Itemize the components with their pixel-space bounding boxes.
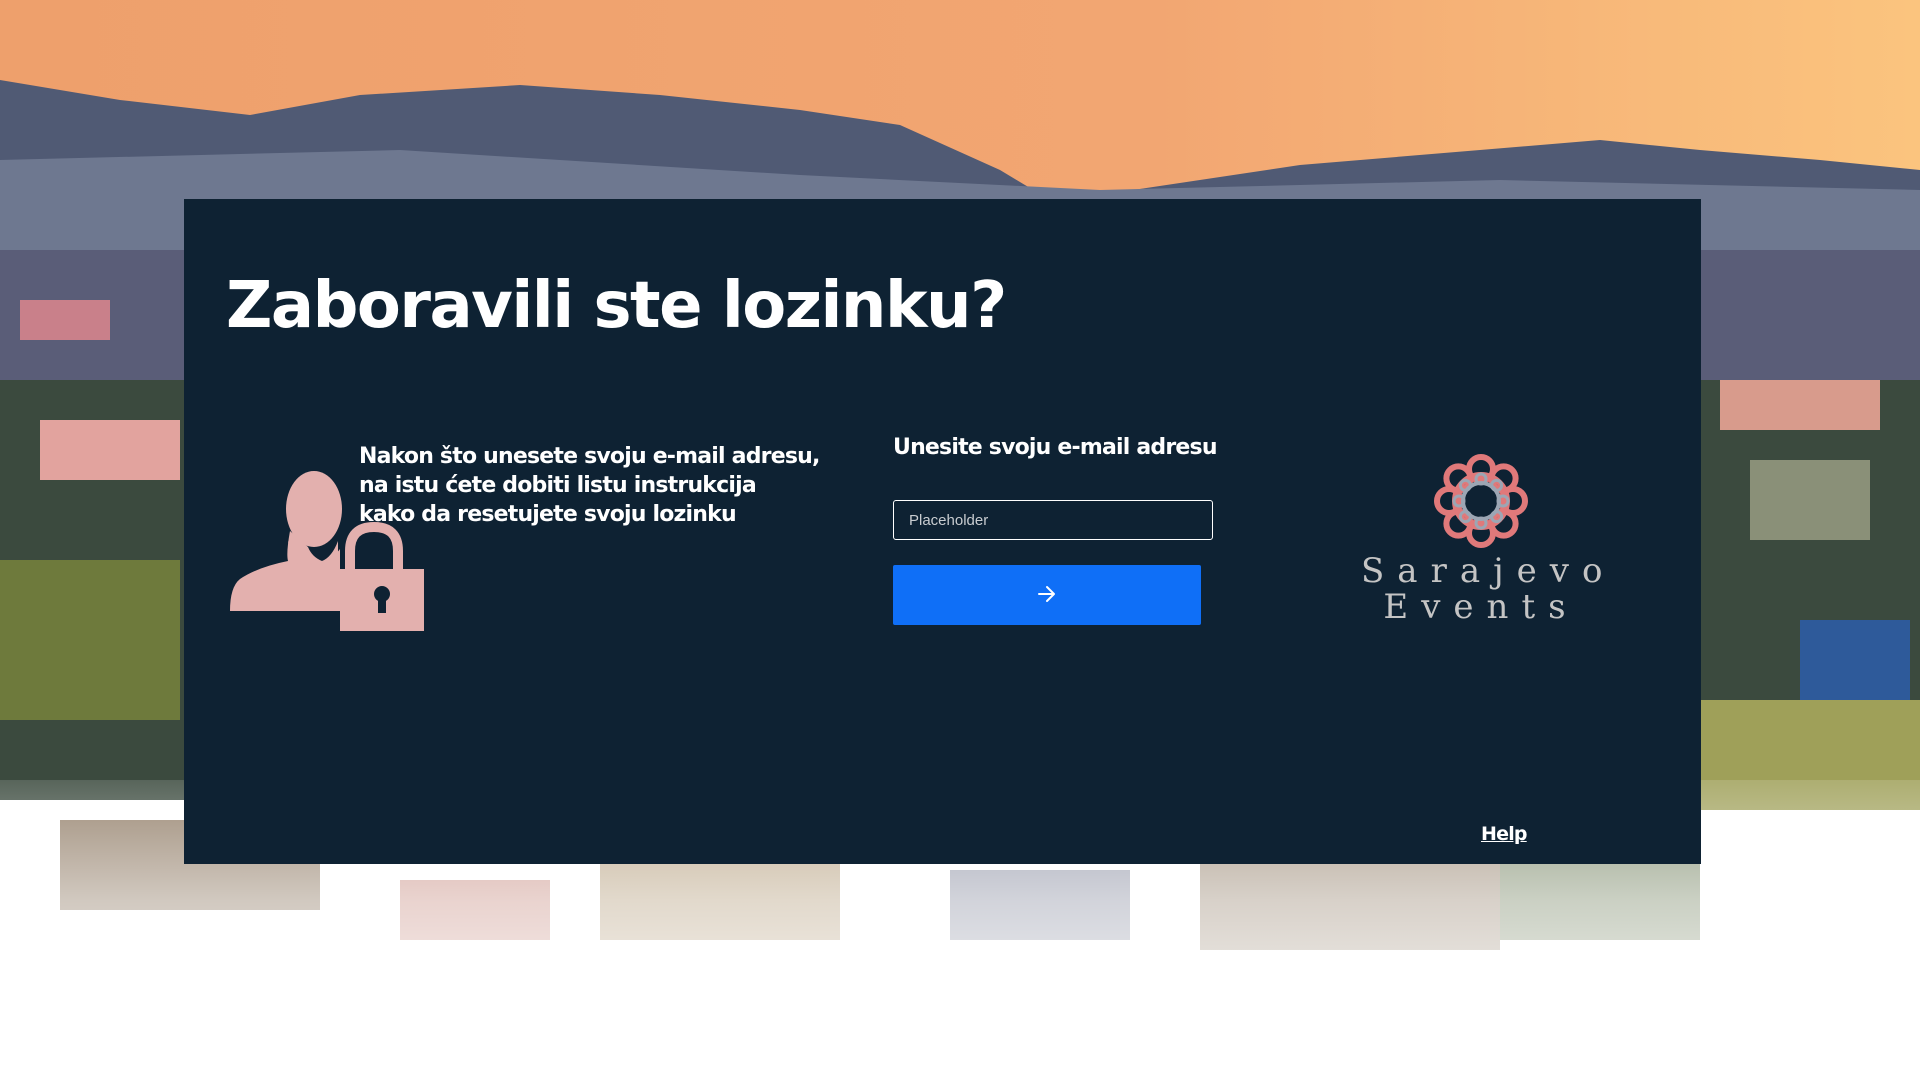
logo-line-1: Sarajevo <box>1361 551 1616 591</box>
instructions-text: Nakon što unesete svoju e-mail adresu, n… <box>359 442 820 529</box>
instructions-line: kako da resetujete svoju lozinku <box>359 502 737 527</box>
sarajevo-events-logo: Sarajevo Events <box>1361 451 1616 641</box>
submit-button[interactable] <box>893 565 1201 625</box>
logo-line-2: Events <box>1383 587 1579 627</box>
forgot-password-card: Zaboravili ste lozinku? Nakon što uneset… <box>184 199 1701 864</box>
email-field[interactable] <box>893 500 1213 540</box>
page-title: Zaboravili ste lozinku? <box>226 269 1007 343</box>
arrow-right-icon <box>1037 585 1057 606</box>
email-label: Unesite svoju e-mail adresu <box>893 435 1217 460</box>
instructions-line: Nakon što unesete svoju e-mail adresu, <box>359 444 820 469</box>
instructions-line: na istu ćete dobiti listu instrukcija <box>359 473 757 498</box>
help-link[interactable]: Help <box>1481 823 1527 845</box>
logo-text: Sarajevo Events <box>1361 551 1616 627</box>
knot-ornament-icon <box>1434 454 1528 548</box>
